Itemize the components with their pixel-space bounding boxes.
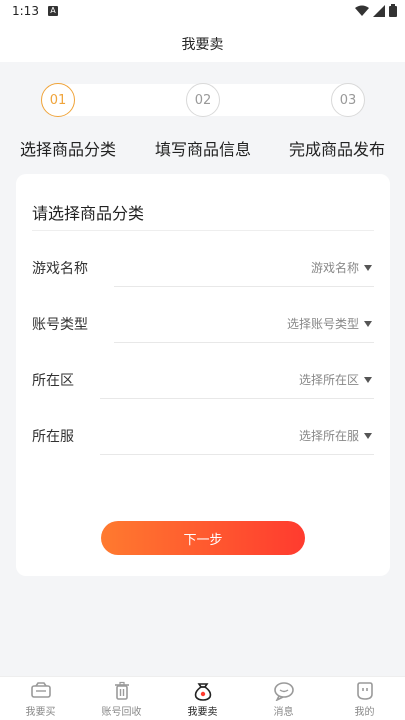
battery-icon (389, 4, 397, 17)
game-name-underline (114, 286, 374, 287)
category-card: 请选择商品分类 游戏名称 游戏名称 账号类型 选择账号类型 所在区 选择所在区 … (16, 174, 390, 576)
step-3-label: 完成商品发布 (289, 140, 386, 159)
caret-down-icon (364, 320, 372, 327)
tab-recycle-label: 账号回收 (101, 707, 142, 718)
tab-buy[interactable]: 我要买 (0, 677, 81, 720)
money-bag-icon (192, 681, 214, 701)
region-underline (100, 398, 374, 399)
card-title: 请选择商品分类 (32, 204, 145, 223)
account-type-underline (114, 342, 374, 343)
tab-recycle[interactable]: 账号回收 (81, 677, 162, 720)
app-bar: 我要卖 (0, 24, 405, 62)
game-name-label: 游戏名称 (32, 261, 88, 277)
notification-icon: A (48, 6, 58, 16)
status-icons (355, 4, 397, 17)
account-type-select[interactable]: 选择账号类型 (287, 315, 372, 332)
signal-icon (373, 4, 385, 17)
caret-down-icon (364, 432, 372, 439)
game-name-select[interactable]: 游戏名称 (311, 259, 372, 276)
step-1-label: 选择商品分类 (20, 140, 117, 159)
caret-down-icon (364, 376, 372, 383)
tab-messages[interactable]: 消息 (243, 677, 324, 720)
tab-sell-label: 我要卖 (187, 707, 218, 718)
page-title: 我要卖 (181, 37, 224, 53)
server-select[interactable]: 选择所在服 (299, 427, 372, 444)
bottom-tab-bar: 我要买 账号回收 我要卖 消息 我的 (0, 676, 405, 720)
server-underline (100, 454, 374, 455)
status-bar: 1:13 A (0, 0, 405, 24)
chat-icon (273, 681, 295, 701)
step-2-circle: 02 (186, 83, 220, 117)
trash-icon (111, 681, 133, 701)
account-type-label: 账号类型 (32, 317, 88, 333)
ticket-icon (30, 681, 52, 701)
server-label: 所在服 (32, 429, 74, 445)
step-1-circle: 01 (41, 83, 75, 117)
tab-buy-label: 我要买 (25, 707, 56, 718)
wifi-icon (355, 5, 369, 16)
tab-profile[interactable]: 我的 (324, 677, 405, 720)
status-time: 1:13 (12, 4, 39, 18)
tab-sell[interactable]: 我要卖 (162, 677, 243, 720)
tab-profile-label: 我的 (354, 707, 375, 718)
step-3-circle: 03 (331, 83, 365, 117)
server-value: 选择所在服 (298, 429, 359, 443)
region-value: 选择所在区 (298, 373, 359, 387)
tab-messages-label: 消息 (273, 707, 294, 718)
game-name-value: 游戏名称 (310, 261, 359, 275)
next-step-button[interactable]: 下一步 (101, 521, 305, 555)
profile-icon (354, 681, 376, 701)
caret-down-icon (364, 264, 372, 271)
account-type-value: 选择账号类型 (286, 317, 359, 331)
card-divider (32, 230, 374, 231)
region-select[interactable]: 选择所在区 (299, 371, 372, 388)
step-2-label: 填写商品信息 (155, 140, 252, 159)
region-label: 所在区 (32, 373, 74, 389)
